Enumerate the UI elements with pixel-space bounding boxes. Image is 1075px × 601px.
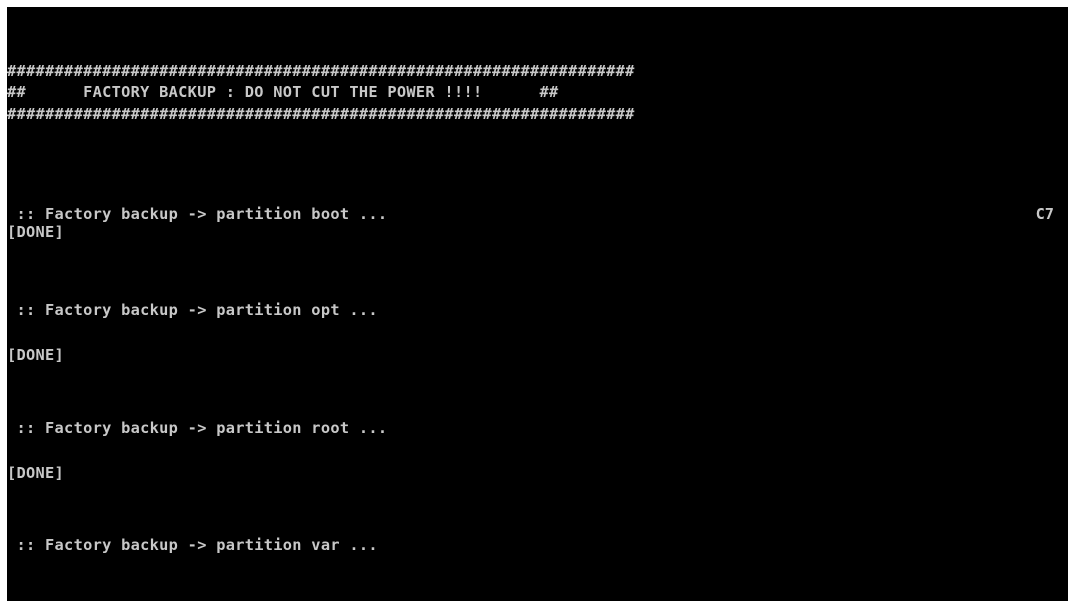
terminal-screen: ########################################…	[7, 7, 1068, 601]
banner-border-bottom: ########################################…	[7, 105, 635, 123]
log-line-opt: :: Factory backup -> partition opt ...	[7, 301, 378, 319]
banner-title: ## FACTORY BACKUP : DO NOT CUT THE POWER…	[7, 83, 559, 101]
log-line-boot: :: Factory backup -> partition boot ...	[7, 205, 388, 223]
log-line-root: :: Factory backup -> partition root ...	[7, 419, 388, 437]
log-line-boot-code: C7	[1035, 205, 1054, 223]
log-status-root: [DONE]	[7, 464, 65, 482]
banner-border-top: ########################################…	[7, 62, 635, 80]
log-line-var: :: Factory backup -> partition var ...	[7, 536, 378, 554]
log-status-opt: [DONE]	[7, 346, 65, 364]
log-status-boot: [DONE]	[7, 223, 65, 241]
